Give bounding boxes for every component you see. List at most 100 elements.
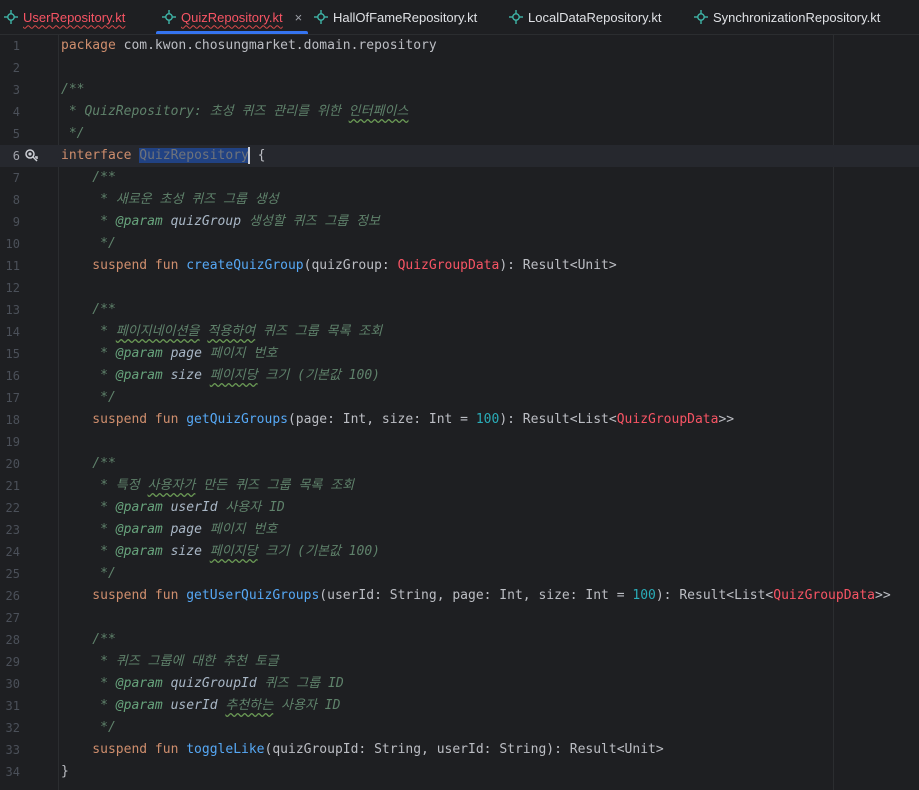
code-token: suspend fun <box>61 742 187 757</box>
code-token: QuizRepository <box>139 148 249 163</box>
line-number: 4 <box>12 105 20 119</box>
line-number: 15 <box>5 347 20 361</box>
code-text: * @param userId 추천하는 사용자 ID <box>61 695 340 717</box>
code-text: suspend fun createQuizGroup(quizGroup: Q… <box>61 255 616 277</box>
code-line[interactable]: 34} <box>0 761 919 783</box>
code-line[interactable]: 18 suspend fun getQuizGroups(page: Int, … <box>0 409 919 431</box>
close-tab-icon[interactable]: × <box>295 10 303 25</box>
code-line[interactable]: 29 * 퀴즈 그룹에 대한 추천 토글 <box>0 651 919 673</box>
code-line[interactable]: 22 * @param userId 사용자 ID <box>0 497 919 519</box>
code-line[interactable]: 28 /** <box>0 629 919 651</box>
code-text: * @param size 페이지당 크기 (기본값 100) <box>61 365 380 387</box>
code-token: 100 <box>475 412 500 427</box>
code-token: package <box>61 38 124 53</box>
code-line[interactable]: 27 <box>0 607 919 629</box>
tab-halloffamerepository[interactable]: HallOfFameRepository.kt <box>314 0 477 34</box>
code-line[interactable]: 19 <box>0 431 919 453</box>
code-token: getQuizGroups <box>186 412 288 427</box>
line-number: 17 <box>5 391 20 405</box>
code-token: * QuizRepository: 초성 퀴즈 관리를 위한 <box>61 104 349 119</box>
code-text: * @param page 페이지 번호 <box>61 519 277 541</box>
code-line[interactable]: 31 * @param userId 추천하는 사용자 ID <box>0 695 919 717</box>
code-line[interactable]: 17 */ <box>0 387 919 409</box>
line-number: 8 <box>12 193 20 207</box>
code-token: 추천하는 <box>225 698 274 713</box>
code-token: */ <box>61 720 116 735</box>
code-line[interactable]: 25 */ <box>0 563 919 585</box>
code-token: toggleLike <box>186 742 265 757</box>
code-token: 페이지네이션을 <box>115 324 200 339</box>
code-line[interactable]: 2 <box>0 57 919 79</box>
code-line[interactable]: 9 * @param quizGroup 생성할 퀴즈 그룹 정보 <box>0 211 919 233</box>
code-line[interactable]: 12 <box>0 277 919 299</box>
code-line[interactable]: 10 */ <box>0 233 919 255</box>
tab-label: HallOfFameRepository.kt <box>333 9 478 25</box>
code-token: QuizGroupData <box>773 588 876 603</box>
code-token: page <box>162 346 202 361</box>
code-token: quizGroupId <box>162 676 257 691</box>
code-line[interactable]: 7 /** <box>0 167 919 189</box>
code-text: * QuizRepository: 초성 퀴즈 관리를 위한 인터페이스 <box>61 101 409 123</box>
code-token: 사용자가 <box>147 478 196 493</box>
tab-label: QuizRepository.kt <box>181 9 283 25</box>
code-line[interactable]: 13 /** <box>0 299 919 321</box>
code-token: 퀴즈 그룹 목록 조회 <box>255 324 383 339</box>
code-token: suspend fun <box>61 258 187 273</box>
line-number: 6 <box>12 149 20 163</box>
code-line[interactable]: 4 * QuizRepository: 초성 퀴즈 관리를 위한 인터페이스 <box>0 101 919 123</box>
code-token: @param <box>115 698 163 713</box>
code-token: } <box>61 764 69 779</box>
code-line[interactable]: 16 * @param size 페이지당 크기 (기본값 100) <box>0 365 919 387</box>
code-token: getUserQuizGroups <box>186 588 320 603</box>
code-line[interactable]: 26 suspend fun getUserQuizGroups(userId:… <box>0 585 919 607</box>
kotlin-interface-file-icon <box>4 10 18 24</box>
tab-synchronizationrepository[interactable]: SynchronizationRepository.kt <box>694 0 880 34</box>
implemented-interface-icon[interactable] <box>24 148 40 164</box>
code-line[interactable]: 1 package com.kwon.chosungmarket.domain.r… <box>0 35 919 57</box>
tab-quizrepository[interactable]: QuizRepository.kt × <box>155 0 309 34</box>
code-token: @param <box>115 346 163 361</box>
code-token: @param <box>115 500 163 515</box>
code-token: * <box>61 544 116 559</box>
line-number: 28 <box>5 633 20 647</box>
code-line[interactable]: 11 suspend fun createQuizGroup(quizGroup… <box>0 255 919 277</box>
code-line[interactable]: 3 /** <box>0 79 919 101</box>
code-token: ): Result<List< <box>655 588 774 603</box>
code-text: /** <box>61 453 116 475</box>
tab-localdatarepository[interactable]: LocalDataRepository.kt <box>509 0 661 34</box>
kotlin-interface-file-icon <box>694 10 708 24</box>
line-number: 32 <box>5 721 20 735</box>
code-text: /** <box>61 629 116 651</box>
code-text: /** <box>61 79 84 101</box>
code-line[interactable]: 23 * @param page 페이지 번호 <box>0 519 919 541</box>
code-text: suspend fun toggleLike(quizGroupId: Stri… <box>61 739 663 761</box>
code-token: 퀴즈 그룹 ID <box>256 676 344 691</box>
code-text: * 퀴즈 그룹에 대한 추천 토글 <box>61 651 279 673</box>
code-line[interactable]: 30 * @param quizGroupId 퀴즈 그룹 ID <box>0 673 919 695</box>
kotlin-interface-file-icon <box>509 10 523 24</box>
code-token: * <box>61 522 116 537</box>
code-line[interactable]: 5 */ <box>0 123 919 145</box>
kotlin-interface-file-icon <box>162 10 176 24</box>
code-line[interactable]: 33 suspend fun toggleLike(quizGroupId: S… <box>0 739 919 761</box>
code-line[interactable]: 15 * @param page 페이지 번호 <box>0 343 919 365</box>
line-number: 21 <box>5 479 20 493</box>
code-line[interactable]: 32 */ <box>0 717 919 739</box>
code-token: * <box>61 676 116 691</box>
code-token: 100 <box>632 588 656 603</box>
code-line[interactable]: 6 interface QuizRepository { <box>0 145 919 167</box>
line-number: 18 <box>5 413 20 427</box>
code-token: * <box>61 346 116 361</box>
code-line[interactable]: 20 /** <box>0 453 919 475</box>
code-line[interactable]: 8 * 새로운 초성 퀴즈 그룹 생성 <box>0 189 919 211</box>
code-token: 페이지당 <box>209 544 258 559</box>
code-editor[interactable]: 1 package com.kwon.chosungmarket.domain.r… <box>0 35 919 790</box>
tab-userrepository[interactable]: UserRepository.kt <box>4 0 125 34</box>
code-line[interactable]: 14 * 페이지네이션을 적용하여 퀴즈 그룹 목록 조회 <box>0 321 919 343</box>
code-line[interactable]: 21 * 특정 사용자가 만든 퀴즈 그룹 목록 조회 <box>0 475 919 497</box>
code-token: 적용하여 <box>207 324 256 339</box>
code-token: * 새로운 초성 퀴즈 그룹 생성 <box>61 192 279 207</box>
code-token: page <box>162 522 202 537</box>
code-line[interactable]: 24 * @param size 페이지당 크기 (기본값 100) <box>0 541 919 563</box>
